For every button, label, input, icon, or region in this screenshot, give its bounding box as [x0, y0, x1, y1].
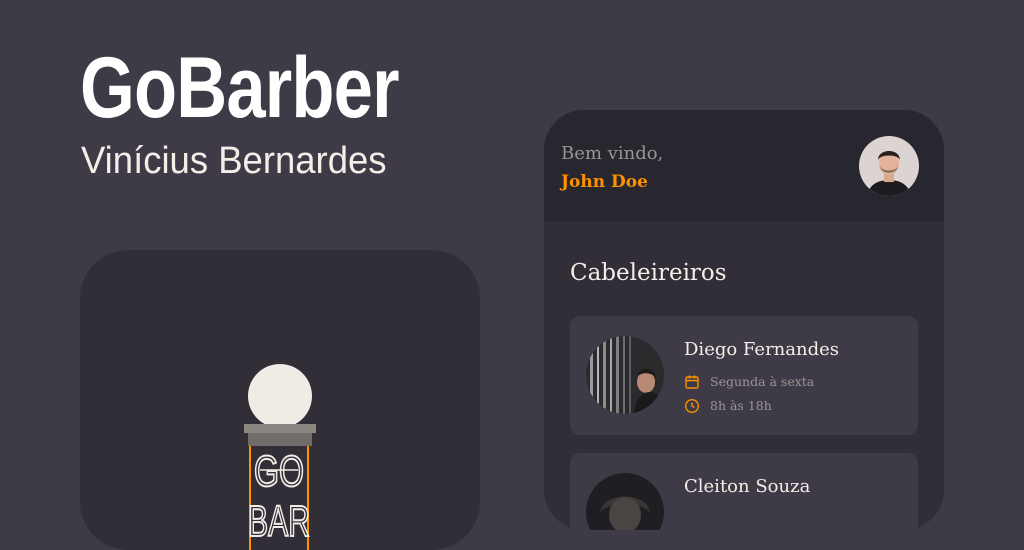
- user-avatar[interactable]: [859, 136, 919, 196]
- provider-hours-text: 8h às 18h: [710, 398, 772, 413]
- provider-availability-hours: 8h às 18h: [684, 398, 772, 414]
- app-title: GoBarber: [80, 40, 400, 136]
- logo-card: GO BAR: [80, 250, 480, 550]
- logo-text-go: GO: [254, 447, 304, 496]
- clock-icon: [684, 398, 700, 414]
- logo-pole-collar: [248, 433, 312, 446]
- provider-avatar-image: [586, 473, 664, 530]
- app-header: Bem vindo, John Doe: [544, 110, 944, 221]
- provider-card[interactable]: Cleiton Souza: [570, 453, 918, 530]
- provider-name: Diego Fernandes: [684, 339, 840, 360]
- welcome-text: Bem vindo,: [561, 143, 664, 164]
- provider-availability-days: Segunda à sexta: [684, 374, 814, 390]
- user-name[interactable]: John Doe: [561, 170, 648, 194]
- user-avatar-image: [859, 136, 919, 196]
- phone-mockup: Bem vindo, John Doe Cabeleireiros Diego …: [544, 110, 944, 530]
- provider-avatar-image: [586, 336, 664, 414]
- logo-pole-cap: [244, 424, 316, 433]
- provider-avatar: [586, 473, 664, 530]
- provider-card[interactable]: Diego Fernandes Segunda à sexta 8h às 18…: [570, 316, 918, 435]
- calendar-icon: [685, 375, 699, 389]
- gobarber-logo: GO BAR: [244, 364, 316, 550]
- logo-text-bar: BAR: [248, 497, 310, 546]
- provider-name: Cleiton Souza: [684, 476, 811, 497]
- provider-avatar: [586, 336, 664, 414]
- provider-days-text: Segunda à sexta: [710, 374, 815, 389]
- logo-pole-ball: [248, 364, 312, 428]
- providers-section-title: Cabeleireiros: [570, 260, 727, 286]
- author-name: Vinícius Bernardes: [81, 140, 387, 182]
